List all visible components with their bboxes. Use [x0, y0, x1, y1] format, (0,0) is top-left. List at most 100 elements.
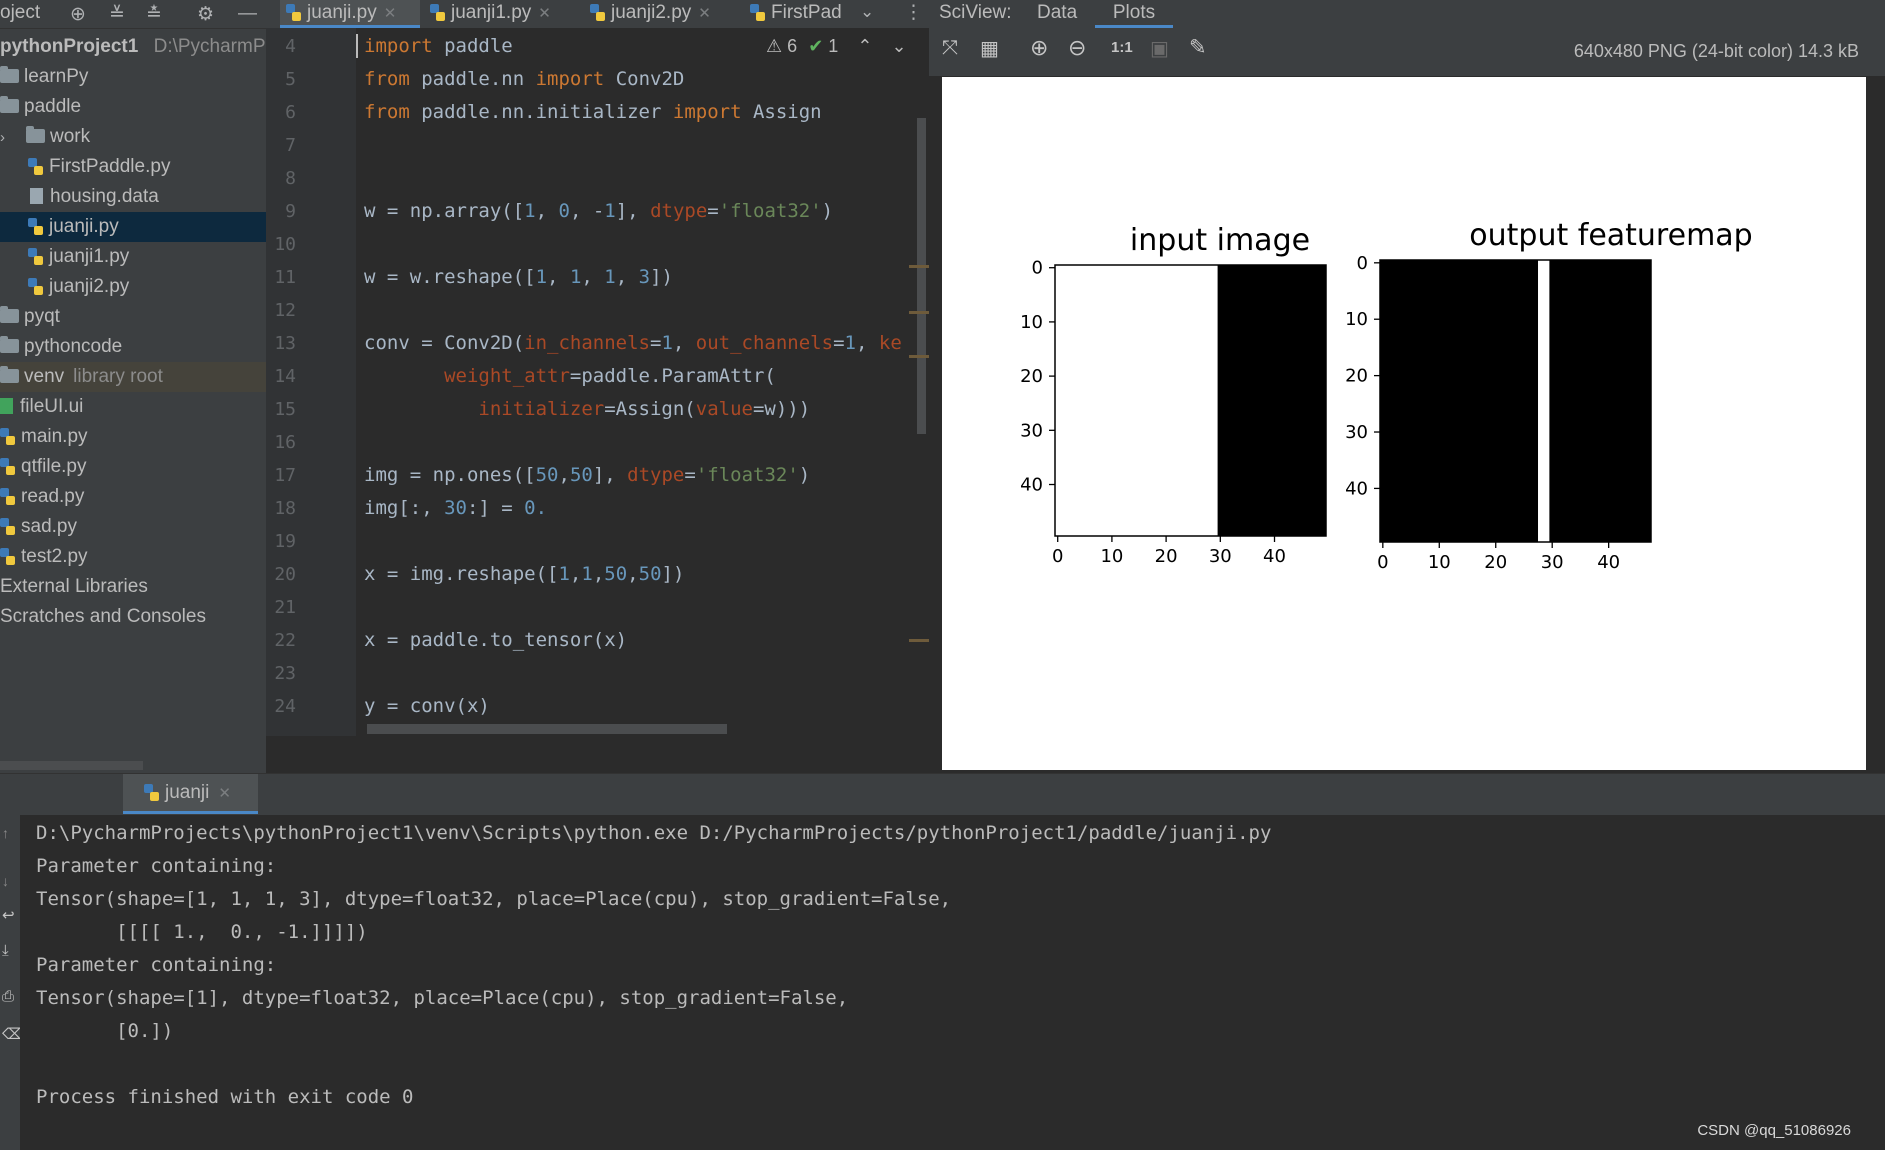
- soft-wrap-icon[interactable]: ↩: [2, 906, 15, 924]
- zoom-in-icon[interactable]: ⊕: [1030, 35, 1048, 61]
- y-tick-label: 40: [1345, 478, 1368, 499]
- image-region: [1217, 265, 1326, 536]
- zoom-out-icon[interactable]: ⊖: [1068, 35, 1086, 61]
- python-file-icon: [28, 278, 43, 295]
- x-tick-label: 0: [1377, 552, 1388, 573]
- line-number: 21: [274, 597, 296, 618]
- tab-juanji1[interactable]: juanji1.py ✕: [430, 0, 570, 28]
- line-number: 4: [285, 36, 296, 57]
- tree-item-scratches[interactable]: Scratches and Consoles: [0, 602, 266, 632]
- tab-data[interactable]: Data: [1037, 2, 1077, 24]
- tree-item-external-libraries[interactable]: External Libraries: [0, 572, 266, 602]
- tree-item-pyqt[interactable]: pyqt: [0, 302, 266, 332]
- run-console[interactable]: D:\PycharmProjects\pythonProject1\venv\S…: [20, 815, 1885, 1150]
- tree-item-label: juanji1.py: [49, 246, 130, 267]
- ok-count: 1: [828, 36, 839, 56]
- tree-item-learnpy[interactable]: learnPy: [0, 62, 266, 92]
- python-file-icon: [0, 518, 15, 535]
- editor-horizontal-scrollbar[interactable]: [367, 724, 727, 734]
- editor-vertical-scrollbar[interactable]: [917, 118, 926, 434]
- close-icon[interactable]: ✕: [384, 5, 397, 22]
- close-icon[interactable]: ✕: [218, 785, 231, 802]
- up-arrow-icon[interactable]: ↑: [2, 825, 9, 841]
- warning-icon: ⚠: [766, 36, 783, 56]
- project-scrollbar[interactable]: [0, 761, 143, 770]
- tree-item-firstpaddle[interactable]: FirstPaddle.py: [0, 152, 266, 182]
- tree-item-pythonproject1[interactable]: pythonProject1 D:\PycharmPr: [0, 32, 272, 62]
- tree-item-pythoncode[interactable]: pythoncode: [0, 332, 266, 362]
- line-number: 7: [285, 135, 296, 156]
- editor-footer: [266, 736, 929, 773]
- tree-item-label: test2.py: [21, 546, 88, 567]
- folder-icon: [0, 96, 19, 113]
- line-number: 14: [274, 366, 296, 387]
- tree-item-work[interactable]: › work: [0, 122, 266, 152]
- tab-firstpaddle[interactable]: FirstPad: [750, 0, 860, 28]
- text-file-icon: [30, 188, 43, 204]
- close-icon[interactable]: ✕: [538, 5, 551, 22]
- warning-count: 6: [787, 36, 798, 56]
- tree-item-main[interactable]: main.py: [0, 422, 266, 452]
- tree-item-label: pyqt: [24, 306, 60, 327]
- grid-icon[interactable]: ▦: [980, 36, 999, 61]
- tree-item-juanji2[interactable]: juanji2.py: [0, 272, 266, 302]
- down-arrow-icon[interactable]: ↓: [2, 873, 9, 889]
- line-number: 23: [274, 663, 296, 684]
- close-icon[interactable]: ✕: [698, 5, 711, 22]
- line-number: 15: [274, 399, 296, 420]
- tab-juanji[interactable]: juanji.py ✕: [280, 0, 420, 28]
- fit-icon[interactable]: ⤧: [942, 37, 958, 60]
- sciview-title: SciView:: [939, 2, 1012, 23]
- code-editor[interactable]: import paddle from paddle.nn import Conv…: [356, 28, 929, 736]
- tree-item-label: juanji.py: [49, 216, 119, 237]
- code-line: img = np.ones([50,50], dtype='float32'): [364, 464, 811, 486]
- tree-item-paddle[interactable]: paddle: [0, 92, 266, 122]
- next-highlight-icon[interactable]: ⌄: [891, 36, 906, 56]
- print-icon[interactable]: ⎙: [2, 988, 14, 1005]
- line-number: 8: [285, 168, 296, 189]
- tree-item-juanji[interactable]: juanji.py: [0, 212, 266, 242]
- color-picker-icon[interactable]: ✎: [1189, 35, 1207, 60]
- y-tick-label: 20: [1345, 366, 1368, 387]
- run-tab-label: juanji: [165, 782, 210, 803]
- tree-item-venv[interactable]: venv library root: [0, 362, 266, 392]
- python-file-icon: [28, 158, 43, 175]
- chevron-down-icon[interactable]: ⌄: [860, 2, 874, 22]
- tab-plots[interactable]: Plots: [1095, 0, 1173, 28]
- code-line: img[:, 30:] = 0.: [364, 497, 548, 519]
- tree-item-juanji1[interactable]: juanji1.py: [0, 242, 266, 272]
- tab-juanji2[interactable]: juanji2.py ✕: [590, 0, 730, 28]
- code-line: y = conv(x): [364, 695, 490, 717]
- run-tool-window-header: [0, 773, 1885, 816]
- tree-item-read[interactable]: read.py: [0, 482, 266, 512]
- tree-item-label: venv: [24, 366, 65, 387]
- scroll-to-end-icon[interactable]: ⤓: [2, 942, 9, 959]
- line-number: 22: [274, 630, 296, 651]
- x-tick-label: 20: [1484, 552, 1507, 573]
- tree-item-label: qtfile.py: [21, 456, 87, 477]
- actual-size-icon[interactable]: 1:1: [1111, 39, 1133, 56]
- x-tick-label: 40: [1597, 552, 1620, 573]
- tree-item-fileui[interactable]: fileUI.ui: [0, 392, 266, 422]
- tab-label: Plots: [1112, 2, 1156, 23]
- line-number: 20: [274, 564, 296, 585]
- x-tick-label: 20: [1155, 546, 1178, 567]
- python-file-icon: [750, 4, 765, 21]
- run-tab-juanji[interactable]: juanji ✕: [123, 774, 258, 814]
- previous-highlight-icon[interactable]: ⌃: [857, 36, 872, 56]
- tree-item-test2[interactable]: test2.py: [0, 542, 266, 572]
- editor-tab-bar: juanji.py ✕ juanji1.py ✕ juanji2.py ✕ First…: [266, 0, 929, 29]
- tree-item-qtfile[interactable]: qtfile.py: [0, 452, 266, 482]
- image-region: [1380, 260, 1539, 542]
- code-line: from paddle.nn.initializer import Assign: [364, 101, 822, 123]
- background-icon[interactable]: ▣: [1150, 36, 1169, 61]
- tree-item-housing-data[interactable]: housing.data: [0, 182, 266, 212]
- python-file-icon: [590, 4, 605, 21]
- tree-item-sad[interactable]: sad.py: [0, 512, 266, 542]
- code-line: w = w.reshape([1, 1, 1, 3]): [364, 266, 673, 288]
- inspection-widget[interactable]: ⚠ 6 ✔ 1 ⌃ ⌄: [766, 36, 926, 64]
- python-file-icon: [0, 488, 15, 505]
- editor-gutter: 4 5 6 7 8 9 10 11 12 13 14 15 16 17 18 1…: [266, 28, 356, 736]
- chevron-right-icon[interactable]: ›: [0, 123, 14, 153]
- more-options-icon[interactable]: ⋮: [904, 1, 923, 24]
